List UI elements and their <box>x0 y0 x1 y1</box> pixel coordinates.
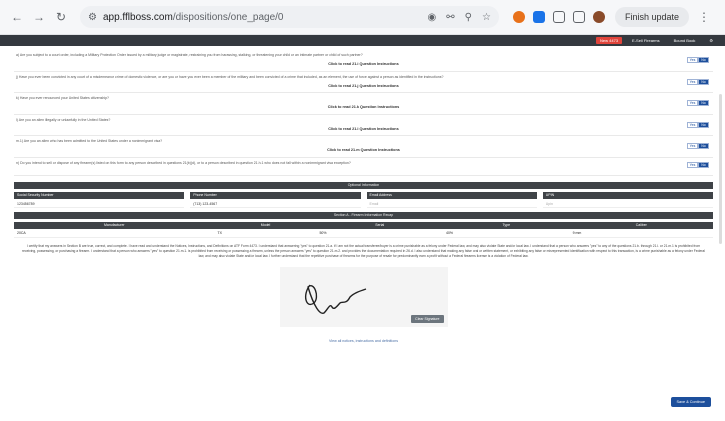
location-icon[interactable]: ◉ <box>428 12 437 23</box>
url-path: /dispositions/one_page/0 <box>172 11 284 23</box>
firearm-info-header: Section A - Firearm Information Recap <box>14 211 713 219</box>
question-row: l) Are you an alien illegally or unlawfu… <box>14 115 713 136</box>
yes-button[interactable]: Yes <box>687 100 698 106</box>
phone-value[interactable]: (713) 123-4567 <box>190 199 361 208</box>
back-icon[interactable]: ← <box>8 8 26 26</box>
question-text: l) Are you an alien illegally or unlawfu… <box>16 117 111 122</box>
upin-placeholder[interactable]: Upin <box>542 199 713 208</box>
signature-pad[interactable]: Clear Signature <box>279 266 448 327</box>
question-row: n) Do you intend to sell or dispose of a… <box>14 158 713 176</box>
field-label: Email Address <box>366 191 537 199</box>
question-text: j) Have you ever been convicted in any c… <box>16 74 444 79</box>
table-cell: TX <box>214 228 317 238</box>
optional-info-header: Optional Information <box>14 181 713 189</box>
column-header: Caliber <box>569 221 713 229</box>
scrollbar[interactable] <box>719 94 722 244</box>
yes-button[interactable]: Yes <box>687 161 698 168</box>
column-header: Manufacturer <box>14 221 215 229</box>
address-bar[interactable]: ⚙ app.fflboss.com/dispositions/one_page/… <box>80 6 499 28</box>
table-row: 20CA TX 50% 40% 9 mm <box>14 228 713 238</box>
field-label: Phone Number <box>190 191 361 199</box>
firearm-table: Manufacturer Model Serial Type Caliber 2… <box>14 221 713 238</box>
extension-icon[interactable] <box>532 11 545 23</box>
app-topbar: New 4473 E-Sell Firearms Bound Book ⚙ <box>0 35 725 46</box>
no-button[interactable]: No <box>698 121 709 128</box>
no-button[interactable]: No <box>698 57 709 63</box>
question-row: m.1) Are you an alien who has been admit… <box>14 136 713 158</box>
column-header: Type <box>443 221 570 229</box>
profile-icon[interactable] <box>592 11 605 23</box>
key-icon[interactable]: ⚯ <box>446 12 454 23</box>
question-instructions-link[interactable]: Click to read 21.m Question Instructions <box>14 148 713 152</box>
yes-button[interactable]: Yes <box>687 57 698 63</box>
column-header: Model <box>214 221 317 229</box>
extension-icon[interactable] <box>512 11 525 23</box>
question-row: a) Are you subject to a court order, inc… <box>14 50 713 72</box>
save-continue-button[interactable]: Save & Continue <box>670 397 711 407</box>
question-instructions-link[interactable]: Click to read 21.l Question Instructions <box>14 127 713 131</box>
ssn-field[interactable]: Social Security Number 123456789 <box>14 191 185 208</box>
star-icon[interactable]: ☆ <box>482 12 491 23</box>
question-instructions-link[interactable]: Click to read 21.j Question Instructions <box>14 84 713 88</box>
no-button[interactable]: No <box>698 161 709 168</box>
e-sell-button[interactable]: E-Sell Firearms <box>628 37 664 44</box>
table-cell: 50% <box>316 228 444 238</box>
finish-update-button[interactable]: Finish update <box>614 7 689 27</box>
site-info-icon[interactable]: ⚙ <box>88 12 97 23</box>
certification-text: I certify that my answers in Section B a… <box>22 243 705 258</box>
yes-button[interactable]: Yes <box>687 121 698 128</box>
question-text: k) Have you ever renounced your United S… <box>16 96 109 100</box>
tab-icon[interactable] <box>552 11 565 23</box>
zoom-icon[interactable]: ⚲ <box>465 12 472 23</box>
yes-button[interactable]: Yes <box>687 78 698 85</box>
phone-field[interactable]: Phone Number (713) 123-4567 <box>190 191 361 208</box>
new-4473-button[interactable]: New 4473 <box>596 37 623 44</box>
url-host: app.fflboss.com <box>102 11 173 23</box>
table-cell: 40% <box>443 228 570 238</box>
bound-book-button[interactable]: Bound Book <box>670 37 700 44</box>
menu-icon[interactable]: ⋮ <box>695 8 713 26</box>
email-placeholder[interactable]: Email <box>366 199 537 208</box>
sidebar-icon[interactable] <box>572 11 585 23</box>
field-label: UPIN <box>542 191 713 199</box>
question-row: k) Have you ever renounced your United S… <box>14 93 713 115</box>
forward-icon[interactable]: → <box>30 8 48 26</box>
no-button[interactable]: No <box>698 100 709 106</box>
question-instructions-link[interactable]: Click to read 21.i Question Instructions <box>14 62 713 66</box>
no-button[interactable]: No <box>698 78 709 85</box>
question-row: j) Have you ever been convicted in any c… <box>14 72 713 93</box>
no-button[interactable]: No <box>698 143 709 149</box>
question-text: m.1) Are you an alien who has been admit… <box>16 139 163 143</box>
email-field[interactable]: Email Address Email <box>366 191 537 208</box>
main-content: a) Are you subject to a court order, inc… <box>0 46 725 421</box>
question-text: n) Do you intend to sell or dispose of a… <box>16 160 351 165</box>
reload-icon[interactable]: ↻ <box>52 8 70 26</box>
table-cell: 9 mm <box>569 228 713 238</box>
upin-field[interactable]: UPIN Upin <box>542 191 713 208</box>
settings-icon[interactable]: ⚙ <box>705 37 717 44</box>
clear-signature-button[interactable]: Clear Signature <box>411 314 444 323</box>
view-all-link[interactable]: View all notices, instructions and defin… <box>14 339 713 343</box>
yes-button[interactable]: Yes <box>687 143 698 149</box>
ssn-value[interactable]: 123456789 <box>14 199 185 208</box>
column-header: Serial <box>316 221 444 229</box>
optional-info-grid: Social Security Number 123456789 Phone N… <box>14 191 713 208</box>
table-cell: 20CA <box>14 228 215 238</box>
question-text: a) Are you subject to a court order, inc… <box>16 53 363 57</box>
question-instructions-link[interactable]: Click to read 21.k Question Instructions <box>14 105 713 109</box>
browser-toolbar: ← → ↻ ⚙ app.fflboss.com/dispositions/one… <box>0 0 725 35</box>
field-label: Social Security Number <box>14 191 185 199</box>
